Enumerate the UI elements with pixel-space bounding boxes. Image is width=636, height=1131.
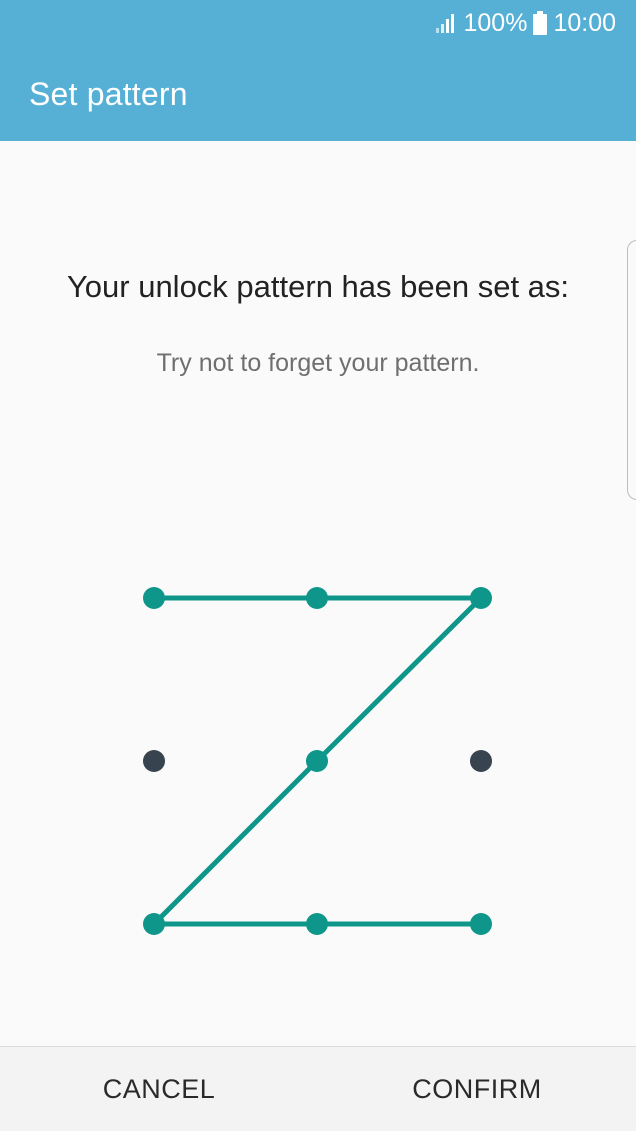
signal-icon bbox=[436, 14, 455, 33]
status-indicators: 100% 10:00 bbox=[435, 8, 616, 38]
pattern-dot-4[interactable] bbox=[143, 750, 165, 772]
pattern-dot-9[interactable] bbox=[470, 913, 492, 935]
edge-panel-handle[interactable] bbox=[627, 240, 636, 500]
pattern-dot-7[interactable] bbox=[143, 913, 165, 935]
battery-percent: 100% bbox=[463, 8, 528, 37]
pattern-hint-text: Try not to forget your pattern. bbox=[156, 349, 480, 377]
pattern-dot-5[interactable] bbox=[306, 750, 328, 772]
pattern-dot-1[interactable] bbox=[143, 587, 165, 609]
page-title: Set pattern bbox=[29, 76, 188, 112]
cancel-button[interactable]: CANCEL bbox=[0, 1047, 318, 1131]
pattern-dot-6[interactable] bbox=[470, 750, 492, 772]
status-time: 10:00 bbox=[553, 8, 616, 37]
pattern-dot-2[interactable] bbox=[306, 587, 328, 609]
confirm-button[interactable]: CONFIRM bbox=[318, 1047, 636, 1131]
pattern-dot-3[interactable] bbox=[470, 587, 492, 609]
status-bar: 100% 10:00 bbox=[0, 0, 636, 46]
pattern-dot-8[interactable] bbox=[306, 913, 328, 935]
pattern-set-heading: Your unlock pattern has been set as: bbox=[66, 269, 570, 304]
app-bar: Set pattern bbox=[0, 46, 636, 141]
bottom-button-bar: CANCEL CONFIRM bbox=[0, 1046, 636, 1131]
battery-icon bbox=[533, 11, 548, 35]
